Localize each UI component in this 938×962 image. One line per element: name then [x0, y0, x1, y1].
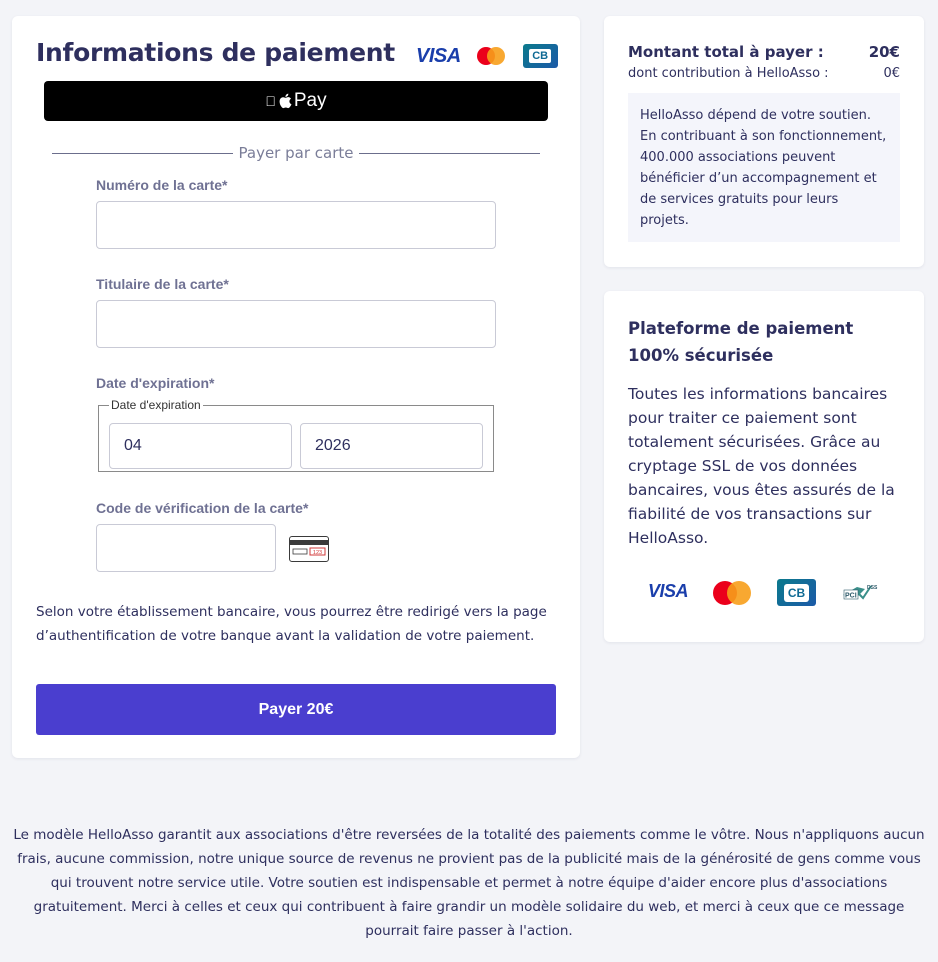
svg-text:DSS: DSS — [867, 585, 878, 591]
contribution-value: 0€ — [883, 66, 900, 81]
pci-dss-logo: PCI DSS — [843, 585, 878, 600]
divider-text: Payer par carte — [238, 144, 354, 162]
mastercard-logo — [476, 47, 505, 65]
apple-pay-button[interactable]:  Pay — [44, 81, 548, 121]
payment-card: Informations de paiement VISA CB  Pay P… — [12, 16, 580, 758]
expiry-legend: Date d'expiration — [111, 398, 201, 412]
card-cvc-icon: 123 — [289, 536, 329, 562]
total-label: Montant total à payer : — [628, 43, 824, 61]
mastercard-logo — [713, 581, 751, 605]
expiry-year-input[interactable] — [300, 423, 483, 469]
pay-by-card-divider: Payer par carte — [52, 144, 540, 162]
security-card: Plateforme de paiement 100% sécurisée To… — [604, 291, 924, 642]
security-logos: VISA CB PCI DSS — [648, 577, 880, 607]
payment-title: Informations de paiement — [36, 38, 395, 67]
security-title: Plateforme de paiement 100% sécurisée — [628, 319, 854, 365]
pay-button[interactable]: Payer 20€ — [36, 684, 556, 735]
support-message: HelloAsso dépend de votre soutien. En co… — [628, 93, 900, 242]
visa-logo: VISA — [416, 44, 461, 67]
cvc-input[interactable] — [96, 524, 276, 572]
apple-pay-label: Pay — [288, 90, 327, 111]
card-brands: VISA CB — [416, 44, 558, 68]
contribution-label: dont contribution à HelloAsso : — [628, 66, 829, 81]
apple-icon:  — [265, 93, 276, 109]
visa-logo: VISA — [648, 581, 689, 601]
security-text: Toutes les informations bancaires pour t… — [628, 385, 895, 547]
svg-text:123: 123 — [313, 550, 322, 556]
cb-logo: CB — [522, 44, 558, 68]
card-holder-input[interactable] — [96, 300, 496, 348]
footer-message: Le modèle HelloAsso garantit aux associa… — [13, 827, 925, 939]
cb-logo: CB — [777, 579, 816, 606]
expiry-month-input[interactable] — [109, 423, 292, 469]
total-value: 20€ — [868, 43, 900, 61]
svg-text:PCI: PCI — [845, 593, 857, 600]
expiry-fieldset: Date d'expiration — [98, 398, 494, 472]
holder-label: Titulaire de la carte* — [96, 276, 229, 292]
card-number-input[interactable] — [96, 201, 496, 249]
bank-redirect-note: Selon votre établissement bancaire, vous… — [36, 604, 547, 644]
apple-logo-icon — [279, 93, 292, 109]
expiry-label: Date d'expiration* — [96, 375, 215, 391]
total-card: Montant total à payer : 20€ dont contrib… — [604, 16, 924, 267]
cvc-label: Code de vérification de la carte* — [96, 500, 309, 516]
card-number-label: Numéro de la carte* — [96, 177, 228, 193]
